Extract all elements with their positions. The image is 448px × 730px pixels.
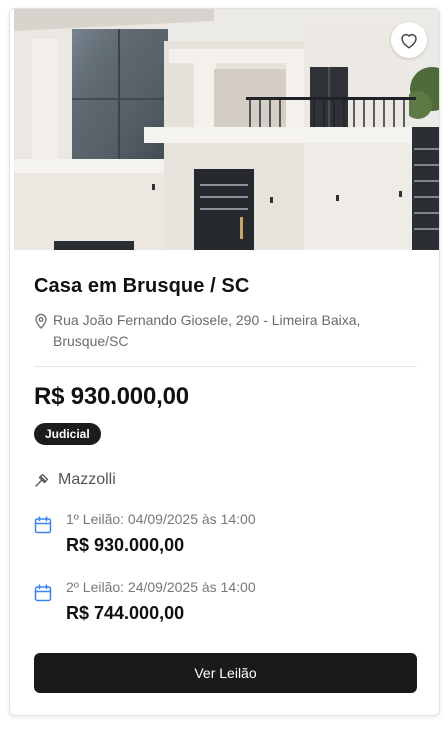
listing-card[interactable]: Casa em Brusque / SC Rua João Fernando G… <box>9 8 440 716</box>
listing-title[interactable]: Casa em Brusque / SC <box>34 275 249 298</box>
round-date: 2º Leilão: 24/09/2025 às 14:00 <box>66 579 256 595</box>
calendar-icon <box>34 584 52 602</box>
round-date: 1º Leilão: 04/09/2025 às 14:00 <box>66 511 256 527</box>
gavel-icon <box>35 473 49 487</box>
round-price: R$ 930.000,00 <box>66 535 185 555</box>
auctioneer: Mazzolli <box>34 471 116 489</box>
auction-round-2: 2º Leilão: 24/09/2025 às 14:00 R$ 744.00… <box>34 578 256 624</box>
favorite-button[interactable] <box>391 22 427 58</box>
house-illustration <box>14 9 439 250</box>
listing-price: R$ 930.000,00 <box>34 383 189 410</box>
auction-round-1: 1º Leilão: 04/09/2025 às 14:00 R$ 930.00… <box>34 510 256 556</box>
auctioneer-name: Mazzolli <box>58 471 116 488</box>
calendar-icon <box>34 516 52 534</box>
map-pin-icon <box>35 313 47 329</box>
view-auction-button[interactable]: Ver Leilão <box>34 653 417 693</box>
round-price: R$ 744.000,00 <box>66 603 185 623</box>
heart-icon <box>401 33 417 49</box>
status-badge: Judicial <box>34 423 101 445</box>
address-text: Rua João Fernando Giosele, 290 - Limeira… <box>53 312 361 349</box>
property-photo[interactable] <box>14 9 439 250</box>
listing-address: Rua João Fernando Giosele, 290 - Limeira… <box>34 310 394 352</box>
divider <box>34 366 417 367</box>
